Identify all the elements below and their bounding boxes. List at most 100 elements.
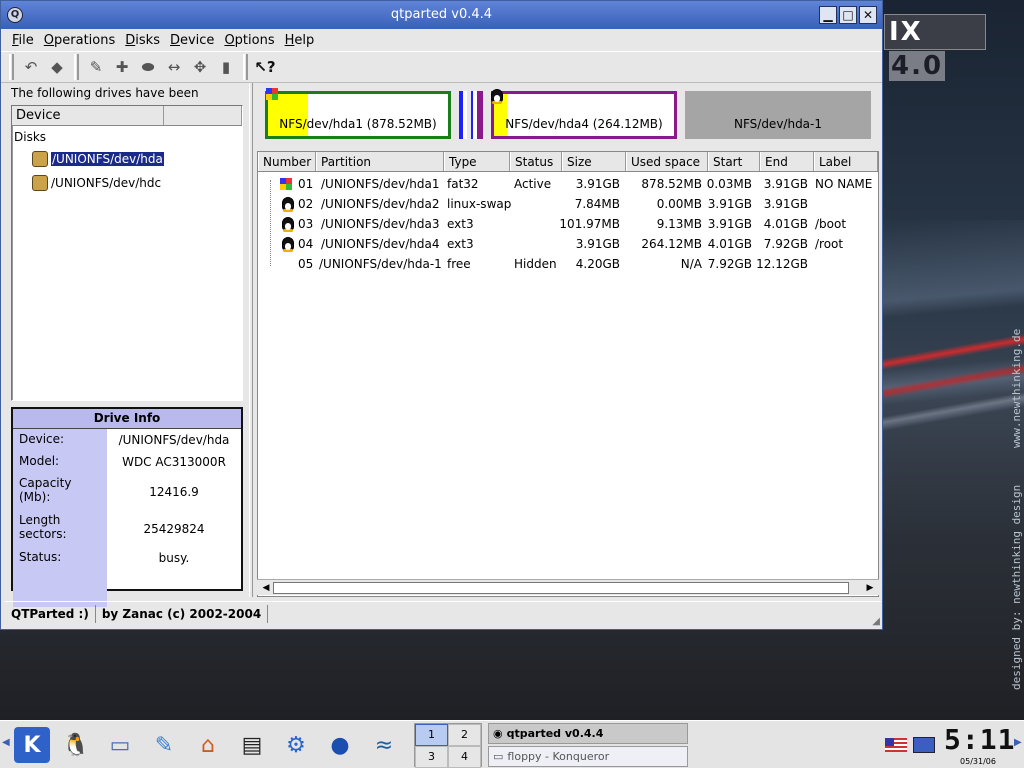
- drive-info-value: WDC AC313000R: [122, 455, 226, 469]
- horizontal-scrollbar[interactable]: ◀ ▶: [257, 579, 879, 595]
- window-list-icon[interactable]: ▭: [102, 727, 138, 763]
- keyboard-layout-icon[interactable]: [885, 738, 907, 752]
- menu-help[interactable]: Help: [280, 33, 320, 48]
- partition-block-hda1[interactable]: NFS/dev/hda1 (878.52MB): [265, 91, 451, 139]
- panel-splitter[interactable]: [249, 83, 253, 597]
- tree-drive-label: /UNIONFS/dev/hda: [50, 151, 165, 167]
- qtparted-window: Q qtparted v0.4.4 ▁ □ ✕ File Operations …: [0, 0, 883, 630]
- menu-file[interactable]: File: [7, 33, 39, 48]
- cell-number: 03: [298, 217, 314, 231]
- menu-operations[interactable]: Operations: [39, 33, 120, 48]
- terminal-icon[interactable]: ▤: [234, 727, 270, 763]
- column-label[interactable]: Label: [814, 152, 878, 171]
- menu-disks[interactable]: Disks: [120, 33, 165, 48]
- drive-info-value: /UNIONFS/dev/hda: [118, 433, 230, 447]
- desktop-1[interactable]: 1: [415, 724, 448, 746]
- drive-info-row: Status: busy.: [13, 547, 241, 569]
- desktop-3[interactable]: 3: [415, 746, 448, 768]
- column-status[interactable]: Status: [510, 152, 562, 171]
- table-row[interactable]: 04 /UNIONFS/dev/hda4 ext3 3.91GB 264.12M…: [258, 234, 878, 254]
- drive-info-row: Length sectors: 25429824: [13, 510, 241, 547]
- toolbar-handle[interactable]: [9, 54, 14, 80]
- drive-info-row: Model: WDC AC313000R: [13, 451, 241, 473]
- tree-column-device[interactable]: Device: [12, 106, 164, 125]
- maximize-button[interactable]: □: [839, 6, 857, 24]
- desktop-4[interactable]: 4: [448, 746, 481, 768]
- tux-icon[interactable]: 🐧: [58, 727, 94, 763]
- cell-type: ext3: [447, 217, 474, 231]
- tree-column-extra[interactable]: [164, 106, 242, 125]
- paint-icon[interactable]: ✎: [146, 727, 182, 763]
- home-icon[interactable]: ⌂: [190, 727, 226, 763]
- partition-block-hda2[interactable]: [459, 91, 467, 139]
- partition-block-hda4[interactable]: NFS/dev/hda4 (264.12MB): [491, 91, 677, 139]
- toolbar-handle[interactable]: [243, 54, 248, 80]
- toolbar-handle[interactable]: [74, 54, 79, 80]
- column-used-space[interactable]: Used space: [626, 152, 708, 171]
- column-number[interactable]: Number: [258, 152, 316, 171]
- drive-info-key: Capacity (Mb):: [13, 473, 107, 510]
- toolbar: ↶ ◆ ✎ ✚ ⬬ ↔ ✥ ▮ ↖?: [1, 51, 882, 83]
- task-konqueror[interactable]: ▭ floppy - Konqueror: [488, 746, 688, 767]
- partition-block-hda3[interactable]: [471, 91, 483, 139]
- move-icon[interactable]: ✥: [187, 54, 213, 80]
- status-bar: QTParted :) by Zanac (c) 2002-2004: [5, 601, 881, 625]
- panel-hide-left-icon[interactable]: ◀: [2, 737, 10, 748]
- status-app-name: QTParted :): [5, 604, 96, 623]
- drive-info-key: Length sectors:: [13, 510, 107, 547]
- task-qtparted[interactable]: ◉ qtparted v0.4.4: [488, 723, 688, 744]
- menu-device[interactable]: Device: [165, 33, 219, 48]
- minimize-button[interactable]: ▁: [819, 6, 837, 24]
- openoffice-icon[interactable]: ≈: [366, 727, 402, 763]
- column-type[interactable]: Type: [444, 152, 510, 171]
- new-partition-icon[interactable]: ✚: [109, 54, 135, 80]
- globe-icon[interactable]: ●: [322, 727, 358, 763]
- desktop-2[interactable]: 2: [448, 724, 481, 746]
- clock[interactable]: 5:11 05/31/06: [944, 723, 1014, 767]
- resize-icon[interactable]: ↔: [161, 54, 187, 80]
- cell-partition: /UNIONFS/dev/hda2: [321, 197, 440, 211]
- scroll-left-arrow[interactable]: ◀: [259, 581, 273, 595]
- partition-block-free[interactable]: NFS/dev/hda-1: [685, 91, 871, 139]
- table-row[interactable]: 01 /UNIONFS/dev/hda1 fat32 Active 3.91GB…: [258, 174, 878, 194]
- column-partition[interactable]: Partition: [316, 152, 444, 171]
- display-icon[interactable]: [913, 737, 935, 753]
- wallpaper-red-streaks: [880, 330, 1024, 450]
- scroll-track[interactable]: [273, 582, 849, 594]
- wallpaper-credit-text: designed by: newthinking design: [1010, 484, 1023, 690]
- table-row[interactable]: 02 /UNIONFS/dev/hda2 linux-swap 7.84MB 0…: [258, 194, 878, 214]
- menu-options[interactable]: Options: [219, 33, 279, 48]
- resize-grip-icon[interactable]: ◢: [872, 616, 880, 627]
- window-title: qtparted v0.4.4: [390, 7, 493, 22]
- cell-size: 7.84MB: [574, 197, 620, 211]
- close-button[interactable]: ✕: [859, 6, 877, 24]
- qtparted-icon: ◉: [493, 727, 503, 740]
- undo-icon[interactable]: ↶: [18, 54, 44, 80]
- cell-end: 7.92GB: [763, 237, 808, 251]
- clock-date: 05/31/06: [960, 757, 996, 766]
- drive-info-key: Status:: [13, 547, 107, 569]
- whats-this-icon[interactable]: ↖?: [252, 54, 278, 80]
- table-row[interactable]: 05 /UNIONFS/dev/hda-1 free Hidden 4.20GB…: [258, 254, 878, 274]
- kde-menu-icon[interactable]: K: [14, 727, 50, 763]
- panel-hide-right-icon[interactable]: ▶: [1014, 737, 1022, 748]
- tree-root-disks[interactable]: Disks: [14, 130, 46, 144]
- scroll-right-arrow[interactable]: ▶: [863, 581, 877, 595]
- column-size[interactable]: Size: [562, 152, 626, 171]
- delete-partition-icon[interactable]: ⬬: [135, 54, 161, 80]
- cell-label: /root: [815, 237, 844, 251]
- cell-end: 3.91GB: [763, 177, 808, 191]
- trash-icon[interactable]: ▮: [213, 54, 239, 80]
- partition-table-header: Number Partition Type Status Size Used s…: [258, 152, 878, 172]
- column-start[interactable]: Start: [708, 152, 760, 171]
- drive-tree[interactable]: Device Disks /UNIONFS/dev/hda /UNIONFS/d…: [11, 105, 243, 401]
- tree-drive-hdc[interactable]: /UNIONFS/dev/hdc: [32, 172, 161, 194]
- table-row[interactable]: 03 /UNIONFS/dev/hda3 ext3 101.97MB 9.13M…: [258, 214, 878, 234]
- column-end[interactable]: End: [760, 152, 814, 171]
- konqueror-icon[interactable]: ⚙: [278, 727, 314, 763]
- tree-drive-hda[interactable]: /UNIONFS/dev/hda: [32, 148, 165, 170]
- commit-icon[interactable]: ◆: [44, 54, 70, 80]
- title-bar[interactable]: Q qtparted v0.4.4 ▁ □ ✕: [1, 1, 882, 29]
- cell-used: N/A: [680, 257, 702, 271]
- properties-icon[interactable]: ✎: [83, 54, 109, 80]
